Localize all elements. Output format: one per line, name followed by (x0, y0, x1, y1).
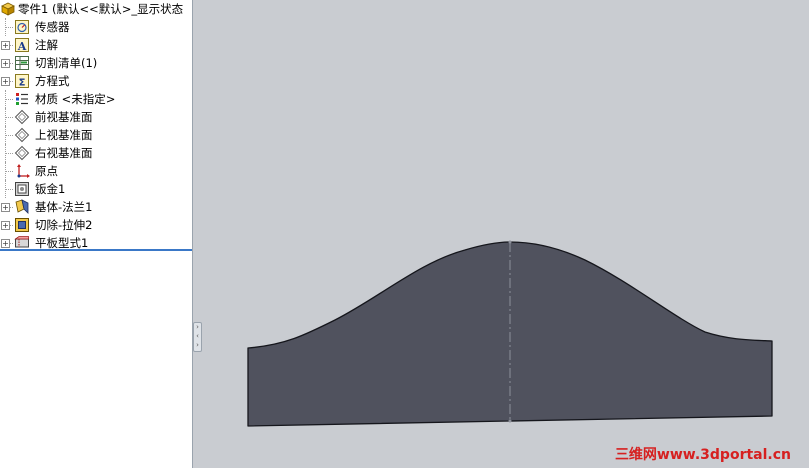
feature-tree-list: 零件1 (默认<<默认>_显示状态 传感器 + A 注解 + 切割清单(1) +… (0, 0, 192, 251)
tree-item-base-flange[interactable]: + 基体-法兰1 (0, 198, 192, 216)
tree-item-label: 材质 <未指定> (35, 92, 116, 106)
graphics-viewport[interactable]: 三维网www.3dportal.cn (200, 0, 809, 468)
tree-root-part[interactable]: 零件1 (默认<<默认>_显示状态 (0, 0, 192, 18)
tree-item-label: 右视基准面 (35, 146, 93, 160)
sheet-metal-icon (15, 182, 29, 196)
expand-icon[interactable]: + (1, 59, 10, 68)
tree-item-flat-pattern[interactable]: + 平板型式1 (0, 234, 192, 252)
tree-item-front-plane[interactable]: 前视基准面 (0, 108, 192, 126)
tree-item-origin[interactable]: 原点 (0, 162, 192, 180)
tree-item-equations[interactable]: + Σ 方程式 (0, 72, 192, 90)
tree-item-label: 上视基准面 (35, 128, 93, 142)
tree-item-label: 切割清单(1) (35, 56, 98, 70)
expand-icon[interactable]: + (1, 203, 10, 212)
tree-item-material[interactable]: 材质 <未指定> (0, 90, 192, 108)
expand-icon[interactable]: + (1, 239, 10, 248)
tree-item-label: 钣金1 (35, 182, 66, 196)
tree-item-label: 切除-拉伸2 (35, 218, 93, 232)
centerline-end-point (508, 240, 512, 244)
tree-item-annotations[interactable]: + A 注解 (0, 36, 192, 54)
tree-item-label: 基体-法兰1 (35, 200, 93, 214)
svg-text:A: A (17, 40, 27, 53)
cut-extrude-icon (15, 218, 29, 232)
expand-icon[interactable]: + (1, 41, 10, 50)
tree-item-label: 传感器 (35, 20, 70, 34)
material-icon (16, 93, 28, 105)
tree-item-label: 方程式 (35, 74, 70, 88)
plane-icon (14, 145, 30, 161)
model-view (247, 240, 773, 427)
tree-root-label: 零件1 (默认<<默认>_显示状态 (18, 2, 184, 16)
tree-item-cut-list[interactable]: + 切割清单(1) (0, 54, 192, 72)
svg-text:Σ: Σ (19, 78, 26, 89)
origin-icon (17, 164, 30, 178)
expand-icon[interactable]: + (1, 221, 10, 230)
watermark: 三维网www.3dportal.cn (614, 447, 791, 463)
flat-pattern-icon (14, 236, 29, 248)
annotation-icon: A (15, 38, 29, 53)
equation-icon: Σ (15, 74, 29, 89)
part-icon (1, 2, 15, 16)
centerline-end-point (508, 419, 512, 423)
expand-icon[interactable]: + (1, 77, 10, 86)
tree-item-sheet-metal[interactable]: 钣金1 (0, 180, 192, 198)
solidworks-window: 零件1 (默认<<默认>_显示状态 传感器 + A 注解 + 切割清单(1) +… (0, 0, 809, 468)
tree-item-label: 前视基准面 (35, 110, 93, 124)
base-flange-icon (15, 199, 29, 214)
sensor-icon (15, 20, 29, 34)
tree-item-right-plane[interactable]: 右视基准面 (0, 144, 192, 162)
cut-list-icon (15, 56, 29, 70)
tree-item-label: 平板型式1 (35, 236, 89, 250)
tree-item-cut-extrude[interactable]: + 切除-拉伸2 (0, 216, 192, 234)
tree-item-label: 原点 (35, 164, 58, 178)
tree-item-sensors[interactable]: 传感器 (0, 18, 192, 36)
plane-icon (14, 109, 30, 125)
tree-item-label: 注解 (35, 38, 58, 52)
tree-item-top-plane[interactable]: 上视基准面 (0, 126, 192, 144)
feature-manager-tree: 零件1 (默认<<默认>_显示状态 传感器 + A 注解 + 切割清单(1) +… (0, 0, 193, 468)
plane-icon (14, 127, 30, 143)
